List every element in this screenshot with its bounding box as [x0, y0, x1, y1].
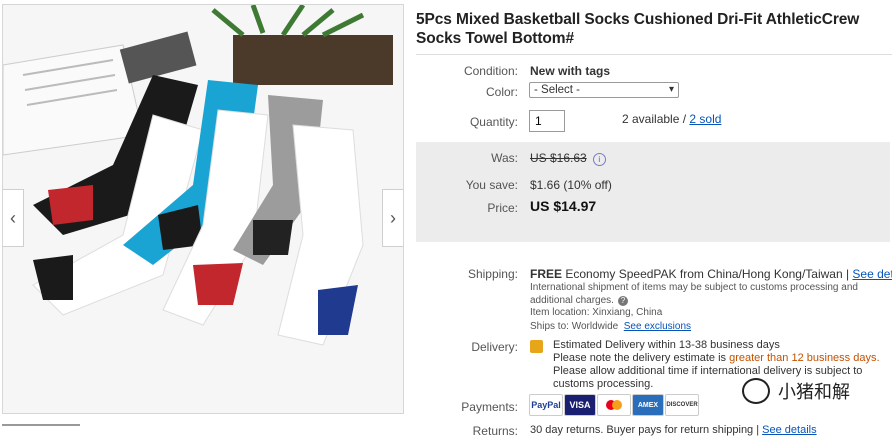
- returns-text: 30 day returns. Buyer pays for return sh…: [530, 424, 760, 436]
- chevron-right-icon: ›: [390, 207, 396, 228]
- visa-icon: VISA: [564, 394, 596, 416]
- shipping-service: Economy SpeedPAK from China/Hong Kong/Ta…: [565, 267, 850, 281]
- product-image: [3, 5, 403, 413]
- paypal-icon: PayPal: [529, 394, 563, 416]
- delivery-estimate: Estimated Delivery within 13-38 business…: [553, 339, 780, 351]
- delivery-note-a: Please note the delivery estimate is: [553, 352, 730, 364]
- returns-see-details-link[interactable]: See details: [762, 424, 816, 436]
- help-icon[interactable]: ?: [617, 296, 628, 306]
- shipping-line: FREE Economy SpeedPAK from China/Hong Ko…: [530, 267, 892, 281]
- you-save-value: $1.66 (10% off): [530, 178, 612, 192]
- sold-link[interactable]: 2 sold: [689, 112, 721, 126]
- delivery-note-b: greater than 12 business days.: [729, 352, 880, 364]
- thumbnail-strip[interactable]: [2, 424, 80, 434]
- shipping-see-details-link[interactable]: See details: [852, 267, 892, 281]
- watermark: 小猪和解: [742, 378, 850, 404]
- payments-label: Payments:: [461, 400, 518, 414]
- previous-image-button[interactable]: ‹: [3, 189, 24, 247]
- price-value: US $14.97: [530, 198, 597, 214]
- ships-to-label: Ships to:: [530, 321, 569, 332]
- condition-label: Condition:: [463, 64, 518, 78]
- color-select[interactable]: - Select - ▾: [529, 82, 679, 98]
- see-exclusions-link[interactable]: See exclusions: [624, 321, 691, 332]
- item-location-value: Xinxiang, China: [592, 307, 663, 318]
- chevron-left-icon: ‹: [10, 207, 16, 228]
- item-location-label: Item location:: [530, 307, 590, 318]
- ships-to: Ships to: Worldwide See exclusions: [530, 320, 691, 333]
- shipping-label: Shipping:: [467, 267, 518, 281]
- you-save-label: You save:: [465, 178, 518, 192]
- item-location: Item location: Xinxiang, China: [530, 306, 662, 319]
- was-label: Was:: [491, 151, 518, 165]
- condition-value: New with tags: [530, 64, 611, 78]
- delivery-note: Please note the delivery estimate is gre…: [553, 352, 883, 365]
- info-icon[interactable]: i: [592, 153, 606, 166]
- quantity-input[interactable]: [529, 110, 565, 132]
- product-image-gallery[interactable]: ‹ ›: [2, 4, 404, 414]
- divider: [416, 54, 892, 55]
- discover-icon: DISCOVER: [665, 394, 699, 416]
- returns-label: Returns:: [472, 424, 518, 438]
- color-select-value: - Select -: [534, 84, 581, 96]
- available-count: 2 available /: [622, 112, 690, 126]
- chevron-down-icon: ▾: [668, 84, 674, 95]
- price-label: Price:: [487, 201, 518, 215]
- shipping-free: FREE: [530, 267, 563, 281]
- shipping-note: International shipment of items may be s…: [530, 281, 890, 307]
- amex-icon: AMEX: [632, 394, 664, 416]
- availability-text: 2 available / 2 sold: [622, 112, 721, 126]
- wechat-icon: [742, 378, 770, 404]
- returns-value: 30 day returns. Buyer pays for return sh…: [530, 424, 817, 436]
- next-image-button[interactable]: ›: [382, 189, 403, 247]
- quantity-label: Quantity:: [469, 115, 518, 129]
- watermark-text: 小猪和解: [778, 382, 850, 402]
- color-label: Color:: [485, 85, 518, 99]
- mastercard-icon: [597, 394, 631, 416]
- page-title: 5Pcs Mixed Basketball Socks Cushioned Dr…: [416, 11, 860, 47]
- delivery-label: Delivery:: [471, 340, 518, 354]
- was-price: US $16.63 i: [530, 151, 606, 166]
- was-price-value: US $16.63: [530, 151, 587, 165]
- truck-icon: [530, 340, 543, 353]
- ships-to-value: Worldwide: [571, 321, 619, 332]
- shipping-note-text: International shipment of items may be s…: [530, 282, 858, 306]
